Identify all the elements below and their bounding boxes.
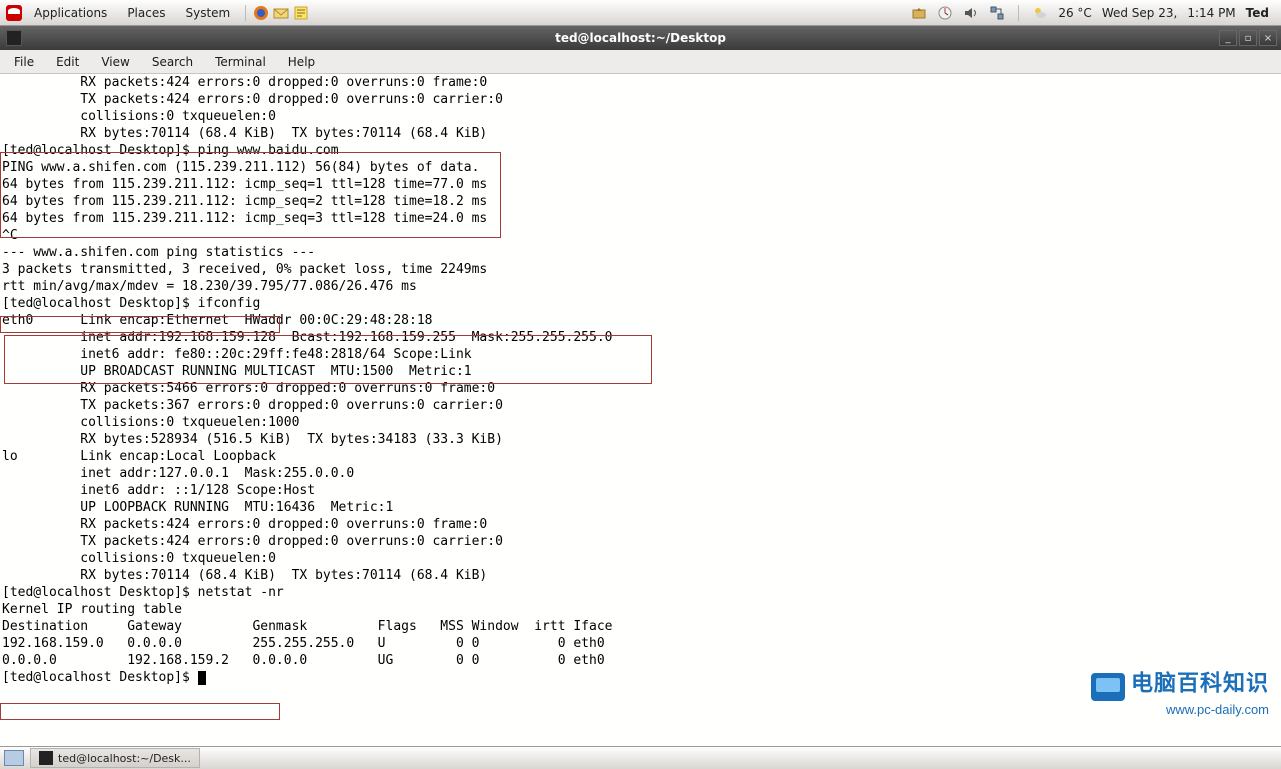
minimize-button[interactable]: _ [1219, 30, 1237, 46]
update-icon[interactable] [911, 5, 927, 21]
term-line: collisions:0 txqueuelen:0 [2, 108, 1279, 125]
taskbar-item-terminal[interactable]: ted@localhost:~/Desk... [30, 748, 200, 768]
system-tray: 26 °C Wed Sep 23, 1:14 PM Ted [911, 5, 1275, 21]
term-line: --- www.a.shifen.com ping statistics --- [2, 244, 1279, 261]
term-line: [ted@localhost Desktop]$ netstat -nr [2, 584, 1279, 601]
term-line: inet6 addr: fe80::20c:29ff:fe48:2818/64 … [2, 346, 1279, 363]
terminal-task-icon [39, 751, 53, 765]
top-panel: Applications Places System 26 °C Wed Sep… [0, 0, 1281, 26]
highlight-box-default-route [0, 703, 280, 720]
terminal-viewport[interactable]: RX packets:424 errors:0 dropped:0 overru… [0, 74, 1281, 746]
term-line: Kernel IP routing table [2, 601, 1279, 618]
term-line: inet addr:127.0.0.1 Mask:255.0.0.0 [2, 465, 1279, 482]
close-button[interactable]: × [1259, 30, 1277, 46]
taskbar-item-label: ted@localhost:~/Desk... [58, 752, 191, 765]
term-line: collisions:0 txqueuelen:0 [2, 550, 1279, 567]
menu-edit[interactable]: Edit [46, 52, 89, 72]
menu-search[interactable]: Search [142, 52, 203, 72]
term-line: RX bytes:528934 (516.5 KiB) TX bytes:341… [2, 431, 1279, 448]
term-line: lo Link encap:Local Loopback [2, 448, 1279, 465]
term-line: 64 bytes from 115.239.211.112: icmp_seq=… [2, 193, 1279, 210]
term-line: TX packets:424 errors:0 dropped:0 overru… [2, 533, 1279, 550]
show-desktop-button[interactable] [4, 750, 24, 766]
term-line: PING www.a.shifen.com (115.239.211.112) … [2, 159, 1279, 176]
term-line: 192.168.159.0 0.0.0.0 255.255.255.0 U 0 … [2, 635, 1279, 652]
menu-help[interactable]: Help [278, 52, 325, 72]
window-title: ted@localhost:~/Desktop [555, 31, 726, 45]
term-line: RX packets:424 errors:0 dropped:0 overru… [2, 516, 1279, 533]
term-line: ^C [2, 227, 1279, 244]
term-line: 64 bytes from 115.239.211.112: icmp_seq=… [2, 210, 1279, 227]
term-line: UP LOOPBACK RUNNING MTU:16436 Metric:1 [2, 499, 1279, 516]
term-line: 0.0.0.0 192.168.159.2 0.0.0.0 UG 0 0 0 e… [2, 652, 1279, 669]
term-line: [ted@localhost Desktop]$ ifconfig [2, 295, 1279, 312]
distro-icon[interactable] [6, 5, 22, 21]
weather-icon[interactable] [1032, 5, 1048, 21]
term-line: inet6 addr: ::1/128 Scope:Host [2, 482, 1279, 499]
term-line: TX packets:424 errors:0 dropped:0 overru… [2, 91, 1279, 108]
separator [245, 5, 246, 21]
app-menubar: File Edit View Search Terminal Help [0, 50, 1281, 74]
term-line: RX bytes:70114 (68.4 KiB) TX bytes:70114… [2, 125, 1279, 142]
term-line: Destination Gateway Genmask Flags MSS Wi… [2, 618, 1279, 635]
term-line: collisions:0 txqueuelen:1000 [2, 414, 1279, 431]
term-line: [ted@localhost Desktop]$ ping www.baidu.… [2, 142, 1279, 159]
user-menu[interactable]: Ted [1246, 6, 1269, 20]
term-line: eth0 Link encap:Ethernet HWaddr 00:0C:29… [2, 312, 1279, 329]
term-line: RX packets:5466 errors:0 dropped:0 overr… [2, 380, 1279, 397]
term-line: 64 bytes from 115.239.211.112: icmp_seq=… [2, 176, 1279, 193]
notes-icon[interactable] [293, 5, 309, 21]
term-line: TX packets:367 errors:0 dropped:0 overru… [2, 397, 1279, 414]
separator [1018, 5, 1019, 21]
cpu-meter-icon[interactable] [937, 5, 953, 21]
term-line: RX packets:424 errors:0 dropped:0 overru… [2, 74, 1279, 91]
menu-places[interactable]: Places [119, 0, 173, 26]
terminal-cursor [198, 671, 206, 685]
weather-text[interactable]: 26 °C [1058, 6, 1091, 20]
menu-system[interactable]: System [177, 0, 238, 26]
watermark-url: www.pc-daily.com [1091, 701, 1269, 718]
time-text[interactable]: 1:14 PM [1187, 6, 1235, 20]
term-line: 3 packets transmitted, 3 received, 0% pa… [2, 261, 1279, 278]
menu-file[interactable]: File [4, 52, 44, 72]
menu-terminal[interactable]: Terminal [205, 52, 276, 72]
menu-view[interactable]: View [91, 52, 139, 72]
date-text[interactable]: Wed Sep 23, [1102, 6, 1178, 20]
firefox-icon[interactable] [253, 5, 269, 21]
term-prompt-line: [ted@localhost Desktop]$ [2, 669, 1279, 686]
bottom-panel: ted@localhost:~/Desk... [0, 746, 1281, 769]
term-line: RX bytes:70114 (68.4 KiB) TX bytes:70114… [2, 567, 1279, 584]
maximize-button[interactable]: ▫ [1239, 30, 1257, 46]
terminal-app-icon [6, 30, 22, 46]
term-line: inet addr:192.168.159.128 Bcast:192.168.… [2, 329, 1279, 346]
window-titlebar[interactable]: ted@localhost:~/Desktop _ ▫ × [0, 26, 1281, 50]
term-line: UP BROADCAST RUNNING MULTICAST MTU:1500 … [2, 363, 1279, 380]
menu-applications[interactable]: Applications [26, 0, 115, 26]
mail-icon[interactable] [273, 5, 289, 21]
volume-icon[interactable] [963, 5, 979, 21]
network-icon[interactable] [989, 5, 1005, 21]
term-line: rtt min/avg/max/mdev = 18.230/39.795/77.… [2, 278, 1279, 295]
